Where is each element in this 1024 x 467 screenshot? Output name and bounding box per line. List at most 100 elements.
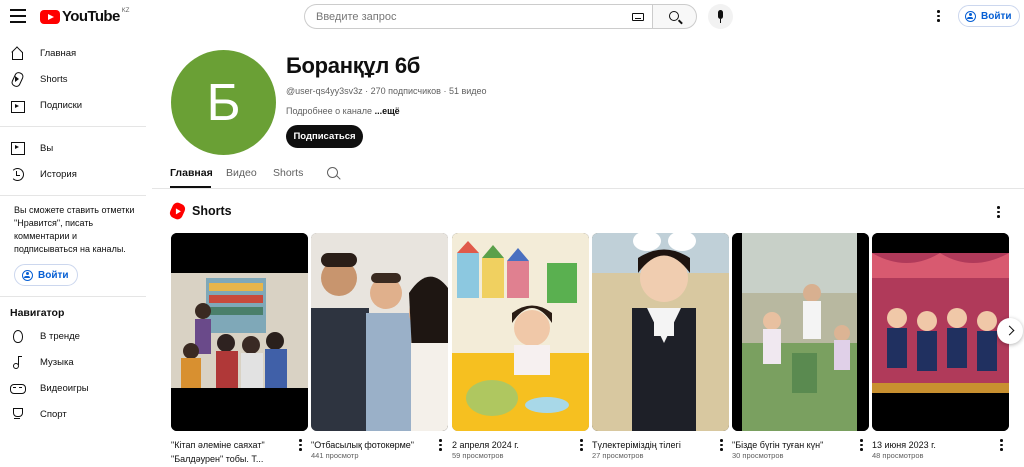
youtube-logo[interactable]: YouTube KZ — [40, 8, 129, 25]
short-views: 441 просмотр — [311, 451, 359, 460]
short-item[interactable]: Түлектерімiздiң тілегі 27 просмотров — [592, 233, 731, 460]
sidebar-item-gaming[interactable]: Видеоигры — [0, 375, 150, 401]
keyboard-icon[interactable] — [632, 13, 644, 21]
sidebar-signin-button[interactable]: Войти — [14, 264, 78, 286]
channel-search-icon[interactable] — [327, 167, 338, 178]
sidebar-item-you[interactable]: Вы — [0, 135, 150, 161]
divider — [0, 195, 146, 196]
short-thumbnail[interactable] — [452, 233, 589, 431]
subscriptions-icon — [10, 98, 25, 113]
short-thumbnail[interactable] — [732, 233, 869, 431]
navigator-heading: Навигатор — [10, 307, 65, 319]
short-views: 48 просмотров — [872, 451, 924, 460]
short-menu-icon[interactable] — [860, 439, 863, 451]
about-prefix: Подробнее о канале — [286, 106, 375, 116]
subscribe-button[interactable]: Подписаться — [286, 125, 363, 148]
signin-message: Вы сможете ставить отметки "Нравится", п… — [14, 205, 135, 254]
active-tab-indicator — [170, 186, 211, 188]
sidebar-item-shorts[interactable]: Shorts — [0, 66, 150, 92]
short-item[interactable]: 2 апреля 2024 г. 59 просмотров — [452, 233, 591, 460]
top-bar: YouTube KZ Войти — [0, 0, 1024, 33]
shorts-icon — [10, 72, 24, 86]
stage-performance-image — [872, 233, 1009, 431]
sidebar-item-label: В тренде — [40, 330, 80, 342]
signin-label: Войти — [981, 10, 1012, 22]
home-icon — [10, 46, 24, 60]
signin-button[interactable]: Войти — [958, 5, 1020, 27]
search-button[interactable] — [652, 4, 697, 29]
short-thumbnail[interactable] — [592, 233, 729, 431]
music-icon — [10, 355, 24, 369]
gaming-icon — [10, 381, 26, 395]
short-item[interactable]: "Кітап әлеміне саяхат" "Балдәурен" тобы.… — [171, 233, 310, 464]
family-photo-image — [311, 233, 448, 431]
settings-menu-icon[interactable] — [937, 10, 940, 22]
about-more: ...ещё — [374, 106, 400, 116]
sidebar-item-music[interactable]: Музыка — [0, 349, 150, 375]
short-thumbnail[interactable] — [171, 233, 308, 431]
short-thumbnail[interactable] — [872, 233, 1009, 431]
channel-avatar: Б — [171, 50, 276, 155]
sidebar-item-label: История — [40, 168, 77, 180]
channel-tabs: Главная Видео Shorts — [152, 160, 1024, 189]
youtube-play-icon — [40, 9, 60, 24]
shelf-next-arrow-icon[interactable] — [997, 318, 1023, 344]
short-menu-icon[interactable] — [720, 439, 723, 451]
short-menu-icon[interactable] — [439, 439, 442, 451]
sidebar-item-label: Вы — [40, 142, 54, 154]
tab-shorts[interactable]: Shorts — [273, 167, 303, 179]
search-input[interactable] — [316, 10, 616, 23]
sidebar-item-history[interactable]: История — [0, 161, 150, 187]
short-menu-icon[interactable] — [1000, 439, 1003, 451]
history-icon — [10, 167, 24, 181]
search-box[interactable] — [304, 4, 652, 29]
outdoor-kids-image — [732, 233, 869, 431]
sidebar-item-label: Главная — [40, 47, 77, 59]
graduate-girl-image — [592, 233, 729, 431]
short-item[interactable]: "Бізде бүгін туған күн" 30 просмотров — [732, 233, 871, 460]
sidebar-item-home[interactable]: Главная — [0, 40, 150, 66]
voice-search-icon[interactable] — [708, 4, 733, 29]
user-circle-icon — [22, 269, 33, 281]
tab-videos[interactable]: Видео — [226, 167, 257, 179]
classroom-image — [452, 233, 589, 431]
search-bar — [304, 4, 697, 29]
sidebar: Главная Shorts Подписки Вы История Вы см… — [0, 40, 150, 427]
trending-icon — [10, 329, 24, 343]
sidebar-item-label: Видеоигры — [40, 382, 89, 394]
channel-meta: @user-qs4yy3sv3z · 270 подписчиков · 51 … — [286, 86, 487, 96]
short-item[interactable]: "Отбасылық фотокөрме" 441 просмотр — [311, 233, 450, 460]
sidebar-item-label: Музыка — [40, 356, 74, 368]
short-menu-icon[interactable] — [580, 439, 583, 451]
divider — [0, 296, 146, 297]
shelf-menu-icon[interactable] — [997, 206, 1000, 218]
sports-icon — [10, 407, 24, 421]
short-views: 30 просмотров — [732, 451, 784, 460]
sidebar-item-trending[interactable]: В тренде — [0, 323, 150, 349]
divider — [0, 126, 146, 127]
search-icon — [669, 11, 679, 21]
channel-about-link[interactable]: Подробнее о канале ...ещё — [286, 106, 400, 116]
short-title[interactable]: "Кітап әлеміне саяхат" "Балдәурен" тобы.… — [171, 438, 291, 467]
short-thumbnail[interactable] — [311, 233, 448, 431]
tab-home[interactable]: Главная — [170, 167, 213, 179]
shorts-logo-icon — [168, 201, 187, 221]
sidebar-item-label: Shorts — [40, 73, 68, 85]
sidebar-item-label: Подписки — [40, 99, 83, 111]
shelf-title: Shorts — [192, 204, 232, 218]
sidebar-item-sports[interactable]: Спорт — [0, 401, 150, 427]
short-views: 27 просмотров — [592, 451, 644, 460]
menu-icon[interactable] — [10, 9, 26, 23]
sidebar-item-subscriptions[interactable]: Подписки — [0, 92, 150, 118]
library-scene-image — [171, 233, 308, 431]
logo-text: YouTube — [62, 8, 120, 25]
logo-region: KZ — [121, 7, 130, 14]
you-icon — [10, 141, 25, 155]
sidebar-item-label: Спорт — [40, 408, 67, 420]
signin-label: Войти — [38, 269, 69, 281]
shelf-heading: Shorts — [168, 201, 232, 221]
short-menu-icon[interactable] — [299, 439, 302, 451]
short-item[interactable]: 13 июня 2023 г. 48 просмотров — [872, 233, 1011, 460]
user-circle-icon — [965, 10, 976, 22]
short-views: 59 просмотров — [452, 451, 504, 460]
